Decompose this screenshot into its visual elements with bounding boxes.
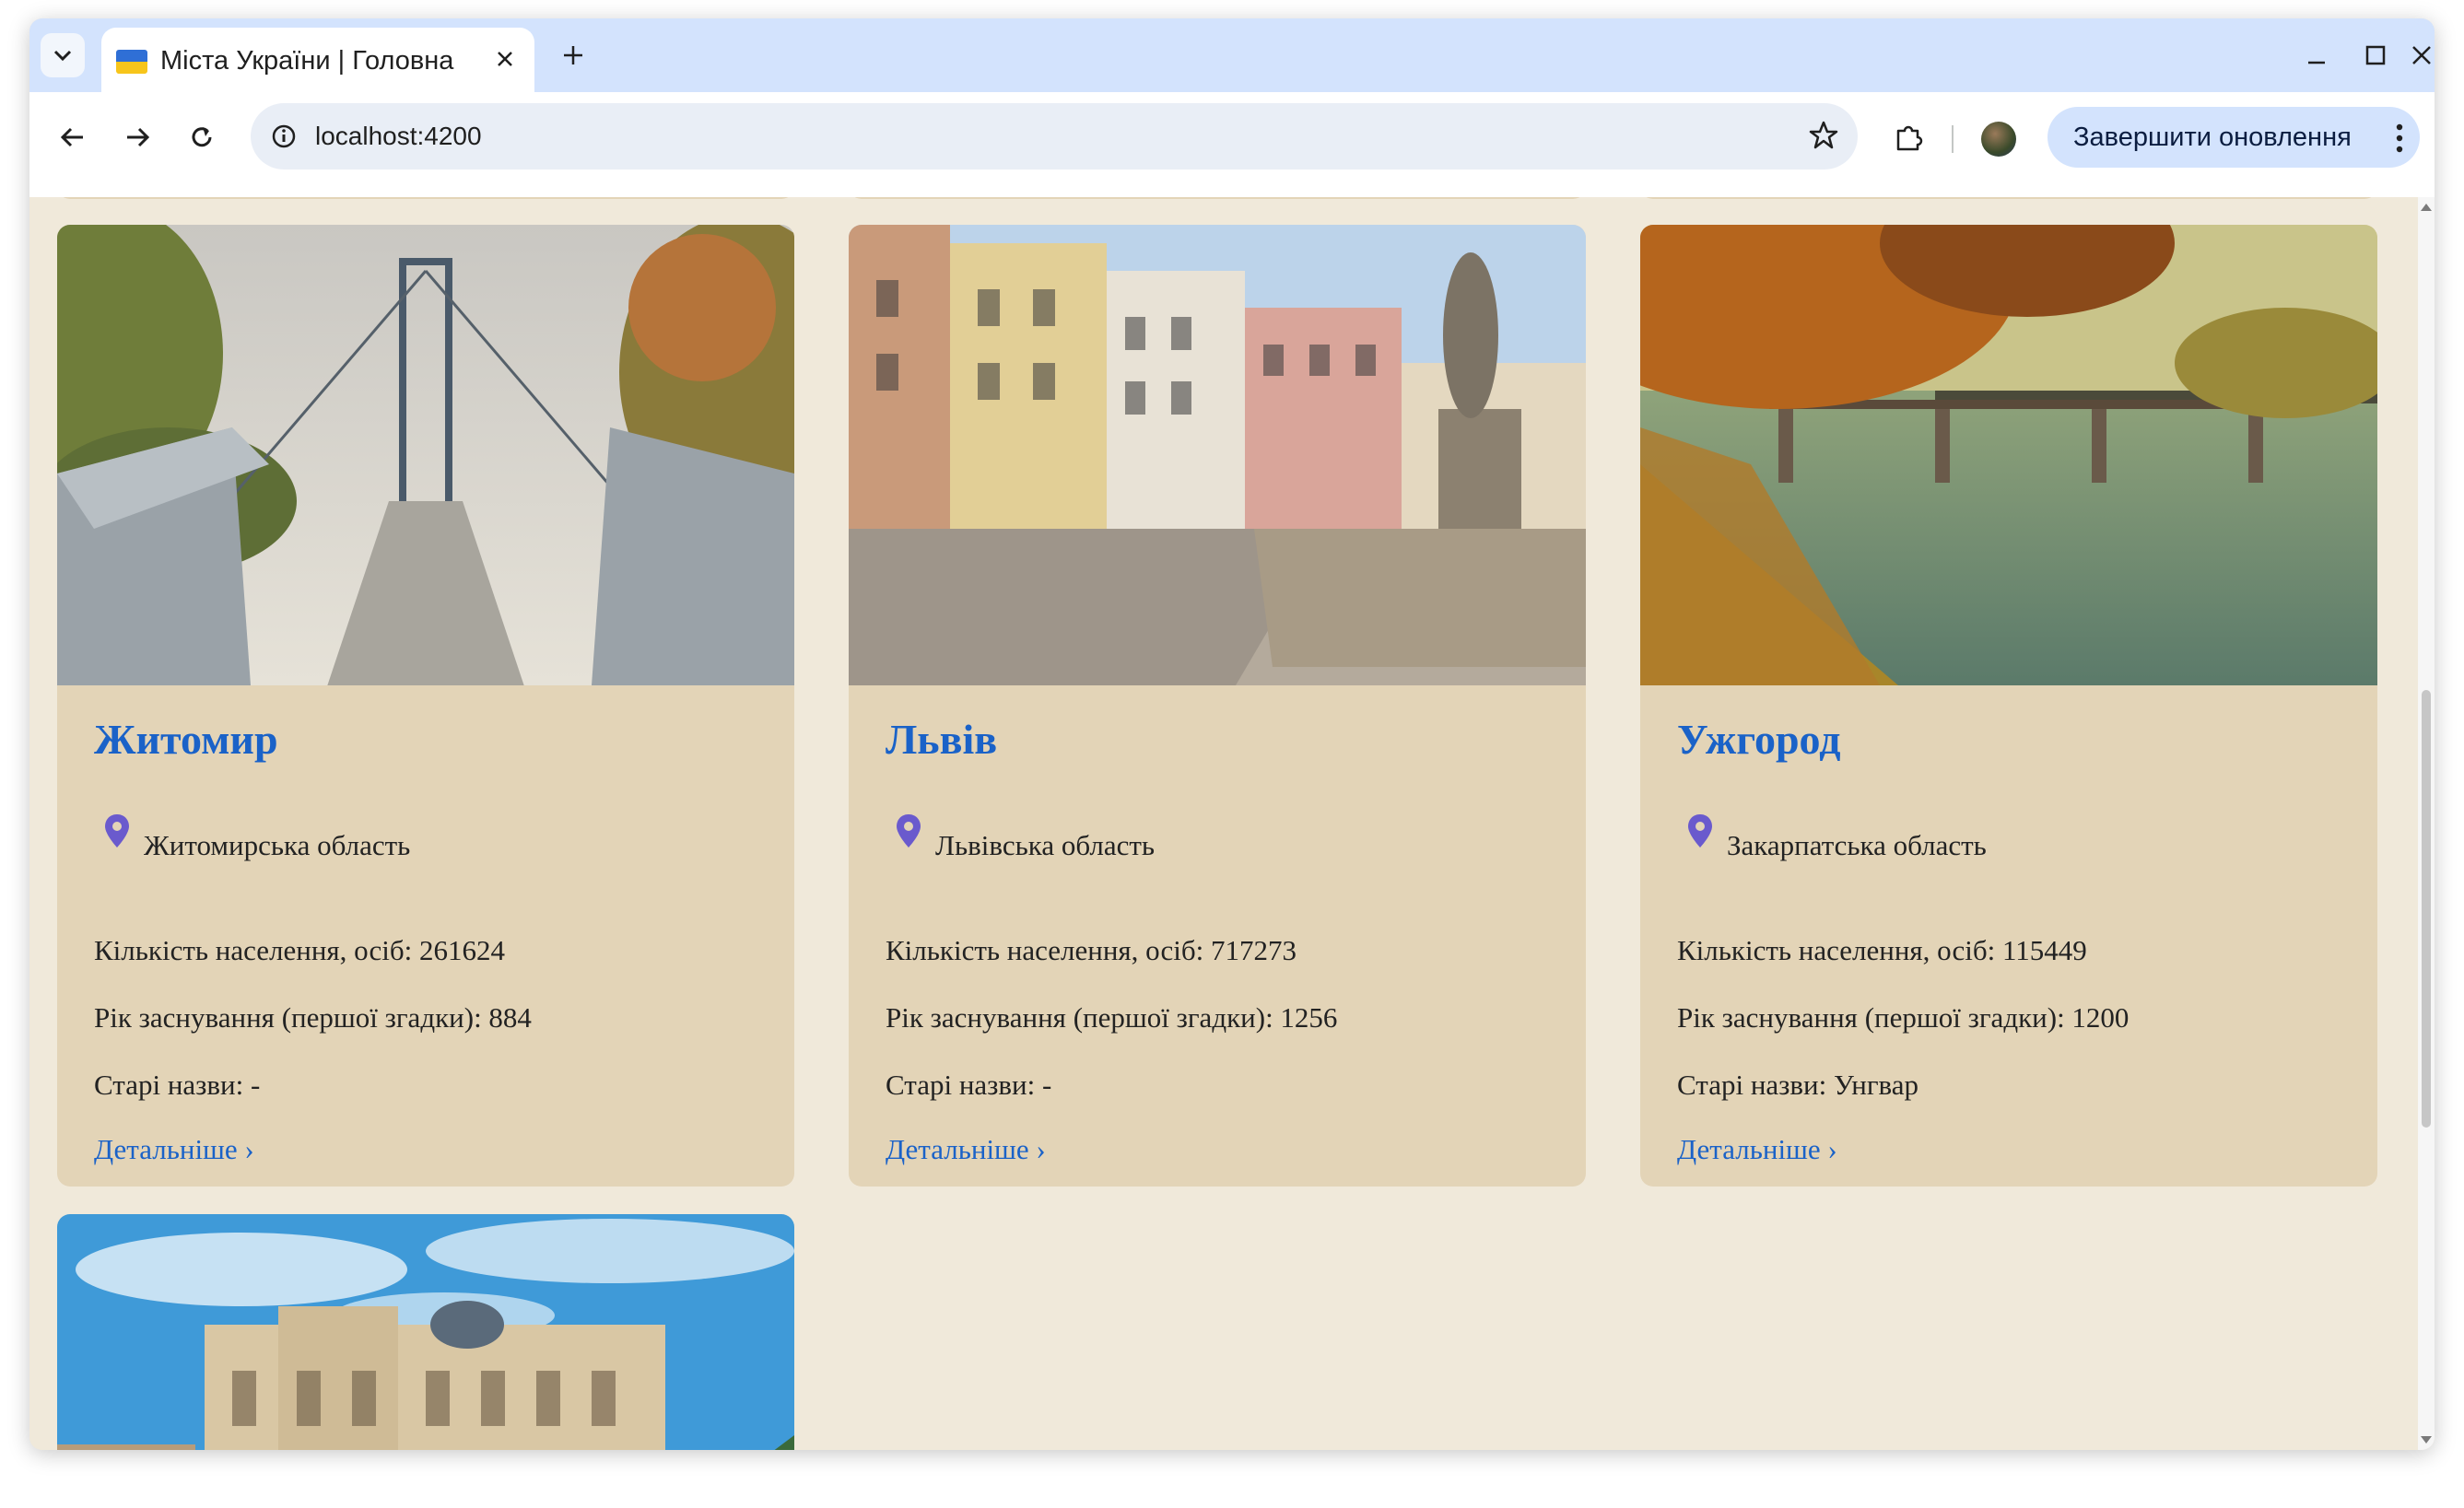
update-button[interactable]: Завершити оновлення bbox=[2047, 107, 2420, 168]
city-image-lviv bbox=[849, 225, 1586, 685]
city-card-partial bbox=[57, 1214, 794, 1450]
city-founded: Рік заснування (першої згадки): 1200 bbox=[1677, 1001, 2130, 1034]
tab-strip: Міста України | Головна bbox=[29, 18, 2435, 92]
city-population: Кількість населення, осіб: 717273 bbox=[886, 934, 1297, 966]
city-card-uzhhorod: Ужгород Закарпатська область Кількість н… bbox=[1640, 225, 2377, 1187]
back-icon[interactable] bbox=[48, 112, 98, 162]
city-old-names: Старі назви: Унгвар bbox=[1677, 1069, 1919, 1101]
site-info-icon[interactable] bbox=[271, 123, 297, 154]
page-viewport: Житомир Житомирська область Кількість на… bbox=[29, 197, 2418, 1450]
city-image-partial bbox=[57, 1214, 794, 1450]
plus-icon[interactable] bbox=[551, 33, 595, 77]
city-image-zhytomyr bbox=[57, 225, 794, 685]
toolbar-divider bbox=[1952, 125, 1954, 153]
close-icon[interactable] bbox=[487, 41, 523, 77]
scroll-up-icon[interactable] bbox=[2420, 203, 2433, 212]
tab-title: Міста України | Головна bbox=[160, 46, 454, 76]
vertical-scrollbar[interactable] bbox=[2418, 197, 2435, 1450]
details-link[interactable]: Детальніше › bbox=[1677, 1133, 1837, 1166]
browser-window: Міста України | Головна localhost:4200 З… bbox=[29, 18, 2435, 1450]
previous-card-edge bbox=[57, 197, 794, 199]
close-window-icon[interactable] bbox=[2411, 35, 2433, 76]
extensions-icon[interactable] bbox=[1883, 112, 1933, 162]
scroll-down-icon[interactable] bbox=[2420, 1435, 2433, 1444]
reload-icon[interactable] bbox=[177, 112, 227, 162]
city-name[interactable]: Житомир bbox=[94, 715, 278, 764]
bookmark-star-icon[interactable] bbox=[1808, 120, 1839, 156]
city-image-uzhhorod bbox=[1640, 225, 2377, 685]
previous-card-edge bbox=[849, 197, 1586, 199]
profile-avatar[interactable] bbox=[1981, 122, 2016, 157]
city-name[interactable]: Львів bbox=[886, 715, 997, 764]
city-population: Кількість населення, осіб: 115449 bbox=[1677, 934, 2087, 966]
city-region: Житомирська область bbox=[144, 829, 411, 861]
browser-toolbar: localhost:4200 Завершити оновлення bbox=[29, 92, 2435, 197]
map-pin-icon bbox=[1688, 814, 1712, 848]
ukraine-flag-icon bbox=[116, 50, 147, 74]
update-button-label: Завершити оновлення bbox=[2073, 122, 2352, 152]
active-tab[interactable]: Міста України | Головна bbox=[101, 28, 534, 92]
url-text[interactable]: localhost:4200 bbox=[315, 122, 482, 151]
map-pin-icon bbox=[897, 814, 921, 848]
map-pin-icon bbox=[105, 814, 129, 848]
city-region: Закарпатська область bbox=[1727, 829, 1987, 861]
city-population: Кількість населення, осіб: 261624 bbox=[94, 934, 505, 966]
scroll-thumb[interactable] bbox=[2422, 690, 2431, 1128]
city-founded: Рік заснування (першої згадки): 884 bbox=[94, 1001, 532, 1034]
address-bar[interactable]: localhost:4200 bbox=[251, 103, 1858, 170]
city-region: Львівська область bbox=[935, 829, 1156, 861]
maximize-icon[interactable] bbox=[2353, 35, 2398, 76]
kebab-menu-icon[interactable] bbox=[2396, 123, 2403, 160]
city-founded: Рік заснування (першої згадки): 1256 bbox=[886, 1001, 1338, 1034]
tab-search-icon[interactable] bbox=[41, 33, 85, 77]
city-card-zhytomyr: Житомир Житомирська область Кількість на… bbox=[57, 225, 794, 1187]
details-link[interactable]: Детальніше › bbox=[886, 1133, 1046, 1166]
city-old-names: Старі назви: - bbox=[886, 1069, 1052, 1101]
city-old-names: Старі назви: - bbox=[94, 1069, 261, 1101]
city-name[interactable]: Ужгород bbox=[1677, 715, 1841, 764]
city-card-lviv: Львів Львівська область Кількість населе… bbox=[849, 225, 1586, 1187]
previous-card-edge bbox=[1640, 197, 2377, 199]
forward-icon[interactable] bbox=[112, 112, 162, 162]
details-link[interactable]: Детальніше › bbox=[94, 1133, 254, 1166]
minimize-icon[interactable] bbox=[2294, 35, 2339, 76]
